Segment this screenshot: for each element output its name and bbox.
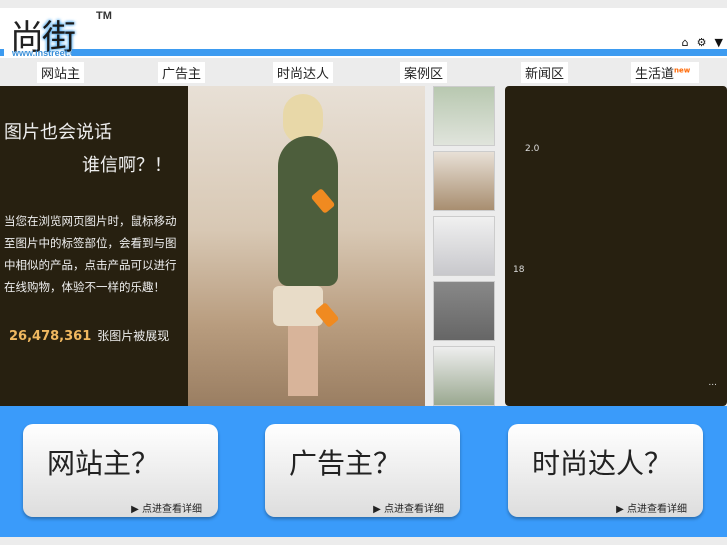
- trademark: TM: [96, 10, 112, 22]
- divider: [72, 49, 727, 56]
- new-badge: new: [674, 66, 691, 75]
- intro-title: 图片也会说话: [4, 122, 112, 143]
- card-link-label: 点进查看详细: [627, 504, 687, 515]
- gear-icon[interactable]: ⚙: [697, 36, 707, 49]
- nav-fashionista[interactable]: 时尚达人: [273, 62, 334, 83]
- photo-bag: [273, 286, 323, 326]
- photo-dress: [278, 136, 338, 286]
- thumbnail[interactable]: [433, 151, 495, 211]
- panel-label: 2.0: [525, 144, 540, 154]
- card-title: 网站主？: [47, 447, 160, 480]
- card-link[interactable]: ▶ 点进查看详细: [373, 500, 444, 515]
- product-panel: 2.0 18 ...: [505, 86, 727, 406]
- role-section: 网站主？ ▶ 点进查看详细 广告主？ ▶ 点进查看详细 时尚达人？ ▶ 点进查看详细: [0, 406, 727, 537]
- intro-panel: 图片也会说话 谁信啊？！ 当您在浏览网页图片时，鼠标移动至图片中的标签部位，会看…: [0, 86, 188, 406]
- intro-subtitle: 谁信啊？！: [82, 155, 172, 176]
- panel-label: 18: [513, 265, 525, 275]
- card-link[interactable]: ▶ 点进查看详细: [131, 500, 202, 515]
- thumbnail[interactable]: [433, 281, 495, 341]
- nav-life-label: 生活道: [635, 67, 675, 82]
- card-link-label: 点进查看详细: [142, 504, 202, 515]
- card-title: 时尚达人？: [532, 447, 673, 480]
- divider: [0, 49, 4, 56]
- header: 尚街 TM www.instreet.cn ⌂ ⚙ ▼: [0, 8, 727, 58]
- thumbnail[interactable]: [433, 346, 495, 406]
- main-photo[interactable]: [188, 86, 425, 406]
- card-advertiser[interactable]: 广告主？ ▶ 点进查看详细: [265, 424, 460, 517]
- card-webmaster[interactable]: 网站主？ ▶ 点进查看详细: [23, 424, 218, 517]
- intro-description: 当您在浏览网页图片时，鼠标移动至图片中的标签部位，会看到与图中相似的产品，点击产…: [4, 214, 177, 294]
- nav-life[interactable]: 生活道new: [631, 62, 699, 83]
- count-value: 26,478,361: [9, 329, 92, 344]
- nav-webmaster[interactable]: 网站主: [37, 62, 85, 83]
- home-icon[interactable]: ⌂: [682, 36, 689, 49]
- nav-advertiser[interactable]: 广告主: [158, 62, 206, 83]
- nav-cases[interactable]: 案例区: [400, 62, 448, 83]
- card-link-label: 点进查看详细: [384, 504, 444, 515]
- nav-news[interactable]: 新闻区: [521, 62, 569, 83]
- card-fashionista[interactable]: 时尚达人？ ▶ 点进查看详细: [508, 424, 703, 517]
- thumbnail-list: [433, 86, 495, 411]
- main-nav: 网站主 广告主 时尚达人 案例区 新闻区 生活道new: [0, 62, 727, 84]
- card-title: 广告主？: [289, 447, 402, 480]
- thumbnail[interactable]: [433, 86, 495, 146]
- more-link[interactable]: ...: [708, 378, 717, 388]
- site-url: www.instreet.cn: [12, 48, 81, 58]
- dropdown-icon[interactable]: ▼: [715, 36, 723, 49]
- image-count: 26,478,361 张图片被展现: [9, 327, 169, 344]
- card-link[interactable]: ▶ 点进查看详细: [616, 500, 687, 515]
- count-label: 张图片被展现: [97, 329, 170, 343]
- thumbnail[interactable]: [433, 216, 495, 276]
